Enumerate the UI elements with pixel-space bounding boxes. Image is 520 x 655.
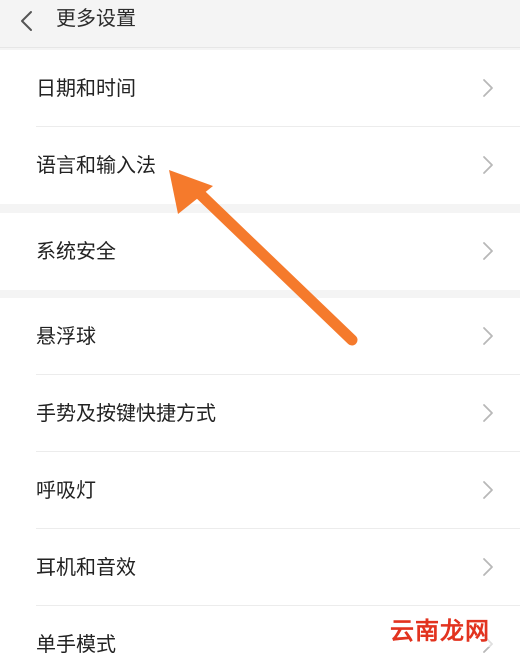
settings-item-language-input[interactable]: 语言和输入法 — [0, 127, 520, 204]
settings-item-headphones-sound[interactable]: 耳机和音效 — [0, 529, 520, 606]
settings-item-date-time[interactable]: 日期和时间 — [0, 50, 520, 127]
page-title: 更多设置 — [56, 6, 136, 30]
chevron-right-icon — [483, 156, 493, 174]
chevron-right-icon — [483, 242, 493, 260]
settings-item-label: 耳机和音效 — [36, 555, 136, 579]
settings-item-label: 系统安全 — [36, 239, 116, 263]
settings-item-label: 语言和输入法 — [36, 153, 156, 177]
settings-group-3: 悬浮球 手势及按键快捷方式 呼吸灯 耳机和音效 单手模式 — [0, 298, 520, 655]
settings-item-floating-ball[interactable]: 悬浮球 — [0, 298, 520, 375]
header-bar: 更多设置 — [0, 0, 520, 48]
settings-item-label: 悬浮球 — [36, 324, 96, 348]
settings-item-label: 日期和时间 — [36, 76, 136, 100]
chevron-right-icon — [483, 558, 493, 576]
chevron-right-icon — [483, 404, 493, 422]
settings-item-breathing-light[interactable]: 呼吸灯 — [0, 452, 520, 529]
chevron-right-icon — [483, 481, 493, 499]
more-settings-screen: 更多设置 日期和时间 语言和输入法 系统安全 悬浮球 手势及按键快捷方式 呼吸灯… — [0, 0, 520, 655]
watermark-logo: 云南龙网 — [386, 615, 498, 647]
chevron-left-icon[interactable] — [14, 8, 40, 34]
chevron-right-icon — [483, 327, 493, 345]
settings-group-1: 日期和时间 语言和输入法 — [0, 50, 520, 204]
settings-item-system-security[interactable]: 系统安全 — [0, 213, 520, 290]
settings-item-label: 呼吸灯 — [36, 478, 96, 502]
watermark-text: 云南龙网 — [390, 616, 490, 645]
settings-item-label: 手势及按键快捷方式 — [36, 401, 216, 425]
chevron-right-icon — [483, 79, 493, 97]
settings-item-gesture-shortcuts[interactable]: 手势及按键快捷方式 — [0, 375, 520, 452]
settings-group-2: 系统安全 — [0, 213, 520, 290]
settings-item-label: 单手模式 — [36, 632, 116, 655]
